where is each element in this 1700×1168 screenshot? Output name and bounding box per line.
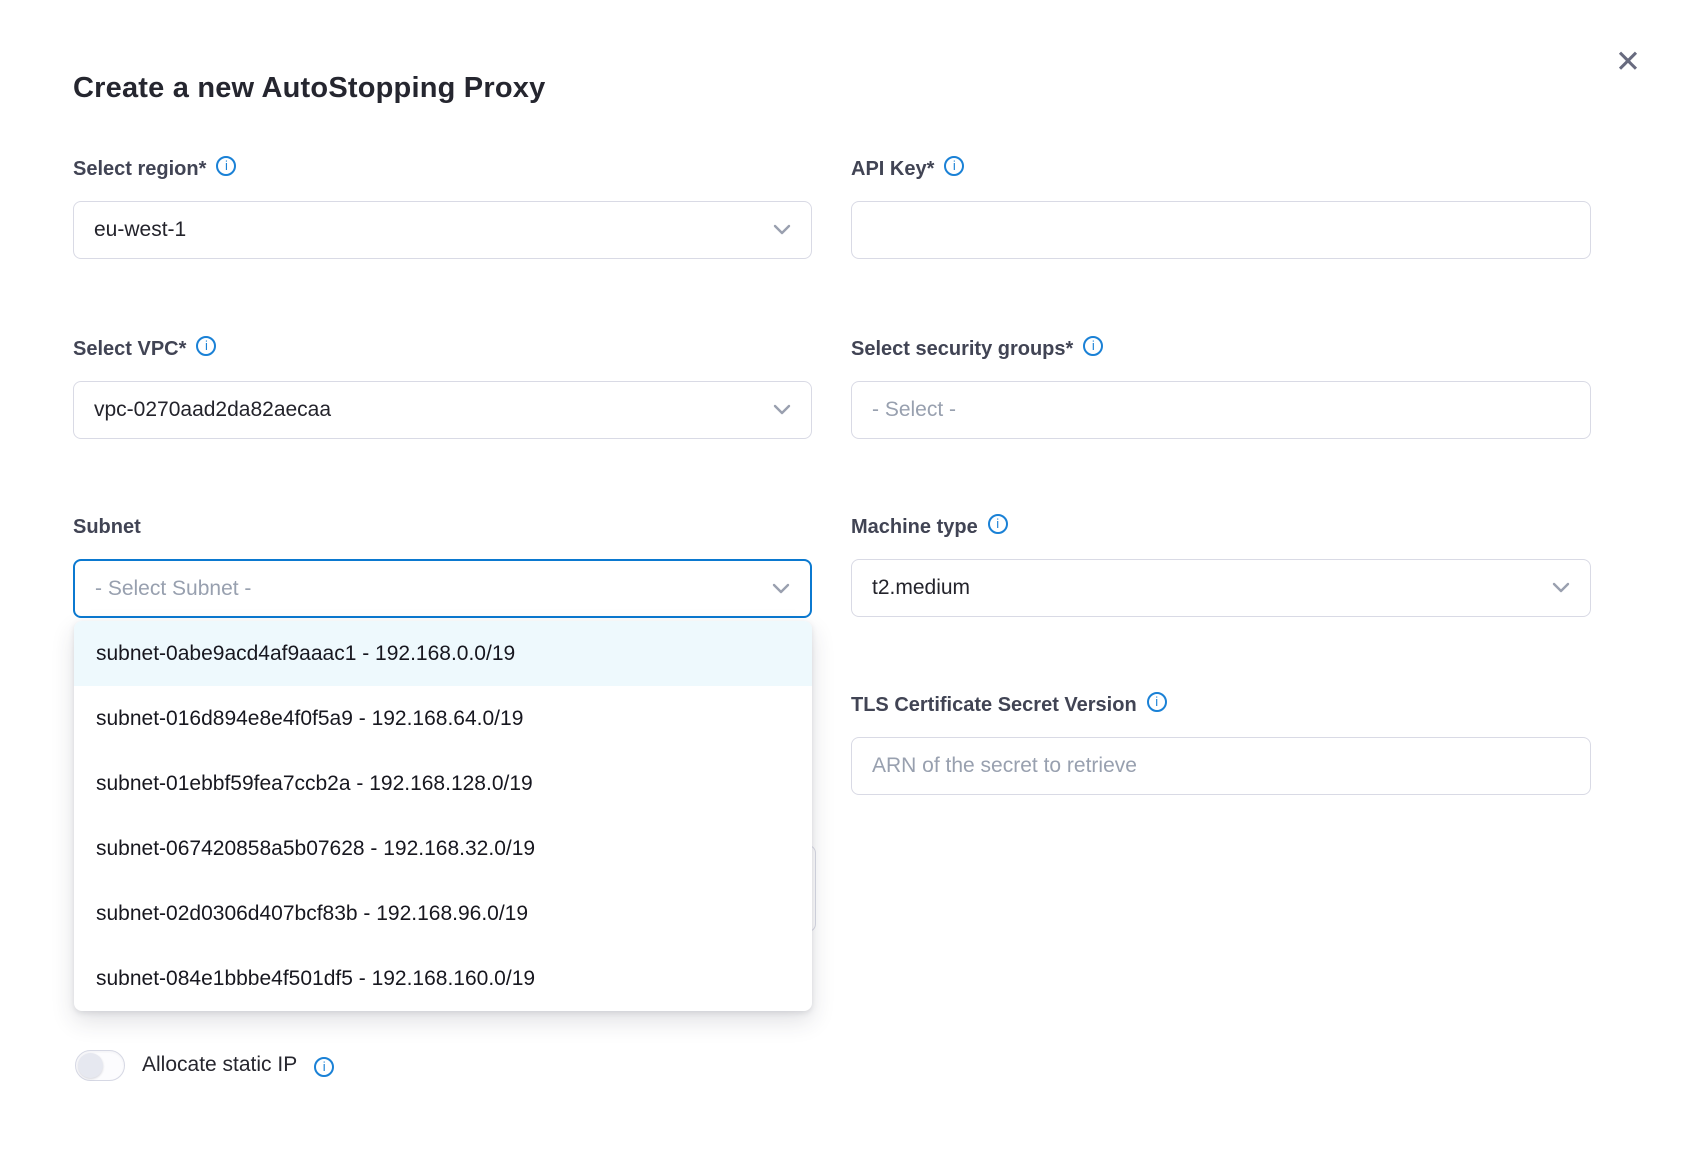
- api-key-field: API Key* i: [851, 156, 1591, 259]
- subnet-option[interactable]: subnet-084e1bbbe4f501df5 - 192.168.160.0…: [74, 946, 812, 1011]
- api-key-label: API Key*: [851, 156, 934, 182]
- info-icon[interactable]: i: [196, 336, 216, 356]
- api-key-input[interactable]: [872, 202, 1570, 258]
- security-groups-select[interactable]: - Select -: [851, 381, 1591, 439]
- chevron-down-icon: [1552, 582, 1570, 594]
- subnet-option[interactable]: subnet-0abe9acd4af9aaac1 - 192.168.0.0/1…: [74, 621, 812, 686]
- vpc-select[interactable]: vpc-0270aad2da82aecaa: [73, 381, 812, 439]
- subnet-option[interactable]: subnet-067420858a5b07628 - 192.168.32.0/…: [74, 816, 812, 881]
- tls-secret-input-box: [851, 737, 1591, 795]
- page-title: Create a new AutoStopping Proxy: [73, 72, 545, 105]
- subnet-dropdown: subnet-0abe9acd4af9aaac1 - 192.168.0.0/1…: [74, 621, 812, 1011]
- info-icon[interactable]: i: [314, 1057, 334, 1077]
- chevron-down-icon: [772, 583, 790, 595]
- subnet-label: Subnet: [73, 514, 141, 540]
- chevron-down-icon: [773, 404, 791, 416]
- machine-type-select[interactable]: t2.medium: [851, 559, 1591, 617]
- vpc-field: Select VPC* i vpc-0270aad2da82aecaa: [73, 336, 812, 439]
- allocate-static-ip-toggle[interactable]: [75, 1050, 125, 1081]
- info-icon[interactable]: i: [216, 156, 236, 176]
- subnet-placeholder: - Select Subnet -: [95, 577, 251, 601]
- allocate-static-ip-label: Allocate static IP: [142, 1053, 297, 1077]
- tls-secret-input[interactable]: [872, 738, 1570, 794]
- vpc-value: vpc-0270aad2da82aecaa: [94, 398, 331, 422]
- info-icon[interactable]: i: [988, 514, 1008, 534]
- close-icon[interactable]: ✕: [1604, 38, 1652, 86]
- subnet-select[interactable]: - Select Subnet -: [73, 559, 812, 618]
- tls-secret-label: TLS Certificate Secret Version: [851, 692, 1137, 718]
- machine-type-value: t2.medium: [872, 576, 970, 600]
- region-value: eu-west-1: [94, 218, 186, 242]
- subnet-option[interactable]: subnet-01ebbf59fea7ccb2a - 192.168.128.0…: [74, 751, 812, 816]
- subnet-field: Subnet - Select Subnet -: [73, 514, 812, 618]
- toggle-knob-icon: [78, 1053, 103, 1078]
- security-groups-placeholder: - Select -: [872, 398, 956, 422]
- machine-type-label: Machine type: [851, 514, 978, 540]
- subnet-option[interactable]: subnet-02d0306d407bcf83b - 192.168.96.0/…: [74, 881, 812, 946]
- security-groups-label: Select security groups*: [851, 336, 1073, 362]
- machine-type-field: Machine type i t2.medium: [851, 514, 1591, 617]
- tls-secret-field: TLS Certificate Secret Version i: [851, 692, 1591, 795]
- api-key-input-box: [851, 201, 1591, 259]
- allocate-static-ip-row: Allocate static IP i: [75, 1048, 334, 1082]
- subnet-option[interactable]: subnet-016d894e8e4f0f5a9 - 192.168.64.0/…: [74, 686, 812, 751]
- security-groups-field: Select security groups* i - Select -: [851, 336, 1591, 439]
- vpc-label: Select VPC*: [73, 336, 186, 362]
- info-icon[interactable]: i: [1083, 336, 1103, 356]
- region-select[interactable]: eu-west-1: [73, 201, 812, 259]
- chevron-down-icon: [773, 224, 791, 236]
- info-icon[interactable]: i: [944, 156, 964, 176]
- region-label: Select region*: [73, 156, 206, 182]
- info-icon[interactable]: i: [1147, 692, 1167, 712]
- region-field: Select region* i eu-west-1: [73, 156, 812, 259]
